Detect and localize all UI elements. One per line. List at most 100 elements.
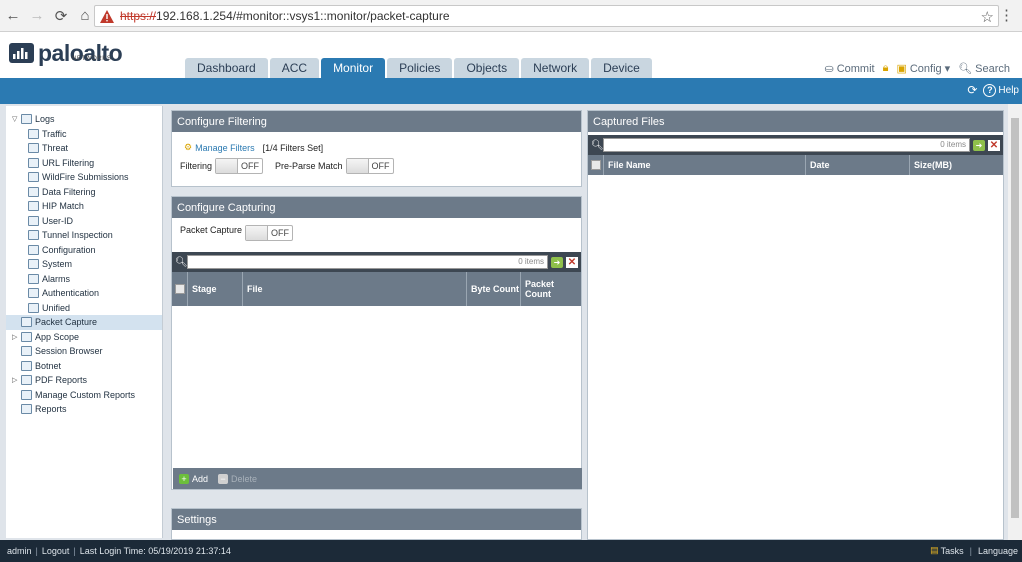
sidebar-item-unified[interactable]: Unified: [6, 301, 162, 316]
refresh-icon[interactable]: ⟳: [967, 83, 977, 97]
tab-dashboard[interactable]: Dashboard: [185, 58, 268, 78]
sidebar-item-botnet[interactable]: Botnet: [6, 359, 162, 374]
reload-icon[interactable]: ⟳: [50, 5, 72, 27]
files-grid-header: File Name Date Size(MB): [588, 155, 1003, 175]
header-actions: ⛀ Commit 🔒︎ ▣ Config ▾ 🔍︎ Search: [824, 62, 1010, 75]
tab-device[interactable]: Device: [591, 58, 652, 78]
help-button[interactable]: ? Help: [983, 83, 1019, 97]
logout-link[interactable]: Logout: [42, 546, 70, 556]
add-icon: +: [179, 473, 189, 484]
sidebar-item-authentication[interactable]: Authentication: [6, 286, 162, 301]
sidebar-item-manage-custom-reports[interactable]: Manage Custom Reports: [6, 388, 162, 403]
files-search-input[interactable]: 0 items: [603, 138, 970, 152]
sidebar-item-label: Session Browser: [35, 346, 103, 357]
commit-icon: ⛀: [824, 63, 834, 75]
tasks-button[interactable]: ▤ Tasks: [930, 545, 964, 556]
capture-grid-header: Stage File Byte Count Packet Count: [172, 272, 581, 306]
col-size[interactable]: Size(MB): [910, 155, 1003, 175]
clear-filter-icon[interactable]: ✕: [988, 139, 1000, 151]
sidebar-item-hip-match[interactable]: HIP Match: [6, 199, 162, 214]
url-filtering-icon: [28, 157, 39, 168]
select-all-checkbox[interactable]: [588, 155, 604, 175]
sidebar-item-label: Threat: [42, 143, 69, 154]
bookmark-star-icon[interactable]: ☆: [981, 8, 994, 26]
back-icon[interactable]: ←: [2, 5, 24, 27]
col-byte-count[interactable]: Byte Count: [467, 272, 521, 306]
apply-filter-icon[interactable]: ➜: [973, 139, 985, 151]
scroll-thumb[interactable]: [1011, 118, 1019, 518]
select-all-checkbox[interactable]: [172, 272, 188, 306]
sidebar-item-label: Botnet: [35, 360, 62, 371]
sidebar-item-session-browser[interactable]: Session Browser: [6, 344, 162, 359]
sidebar-item-packet-capture[interactable]: Packet Capture: [6, 315, 162, 330]
clear-filter-icon[interactable]: ✕: [566, 256, 578, 268]
filters-set-count: [1/4 Filters Set]: [262, 142, 324, 153]
admin-user: admin: [7, 546, 32, 556]
expand-toggle-icon[interactable]: ▷: [12, 376, 20, 384]
config-button[interactable]: ▣ Config ▾: [896, 62, 950, 76]
browser-menu-icon[interactable]: ⋮: [999, 6, 1014, 24]
tab-network[interactable]: Network: [521, 58, 590, 78]
home-icon[interactable]: ⌂: [74, 5, 96, 27]
delete-label: Delete: [231, 473, 258, 484]
filtering-toggle[interactable]: OFF: [215, 158, 264, 174]
url-scheme: https://: [120, 9, 157, 23]
capture-search-input[interactable]: 0 items: [187, 255, 548, 269]
col-file-name[interactable]: File Name: [604, 155, 806, 175]
tab-policies[interactable]: Policies: [387, 58, 453, 78]
app-header: paloalto NETWORKS Dashboard ACC Monitor …: [0, 33, 1022, 78]
settings-panel: Settings: [171, 508, 582, 540]
add-button[interactable]: + Add: [179, 473, 208, 484]
sidebar-splitter[interactable]: [163, 106, 169, 538]
expand-toggle-icon[interactable]: ▽: [12, 115, 20, 123]
col-packet-count[interactable]: Packet Count: [521, 272, 579, 306]
sidebar-item-traffic[interactable]: Traffic: [6, 127, 162, 142]
delete-button[interactable]: − Delete: [218, 473, 258, 484]
sidebar-item-app-scope[interactable]: ▷ App Scope: [6, 330, 162, 345]
sidebar-item-tunnel-inspection[interactable]: Tunnel Inspection: [6, 228, 162, 243]
sidebar-item-reports[interactable]: Reports: [6, 402, 162, 417]
apply-filter-icon[interactable]: ➜: [551, 256, 563, 268]
page-scrollbar[interactable]: [1008, 104, 1022, 540]
pdf-reports-icon: [21, 375, 32, 386]
unified-icon: [28, 302, 39, 313]
sidebar-item-url-filtering[interactable]: URL Filtering: [6, 156, 162, 171]
sidebar-item-user-id[interactable]: User-ID: [6, 214, 162, 229]
data-filtering-icon: [28, 186, 39, 197]
packet-capture-toggle[interactable]: OFF: [245, 225, 294, 241]
sidebar-item-pdf-reports[interactable]: ▷ PDF Reports: [6, 373, 162, 388]
sidebar-item-label: System: [42, 259, 73, 270]
col-date[interactable]: Date: [806, 155, 910, 175]
manage-filters-link[interactable]: Manage Filters: [195, 143, 255, 153]
configure-capturing-panel: Configure Capturing Packet Capture OFF 🔍…: [171, 196, 582, 490]
col-stage[interactable]: Stage: [188, 272, 243, 306]
panel-title: Captured Files: [588, 111, 1003, 132]
address-bar[interactable]: https:// 192.168.1.254/#monitor::vsys1::…: [94, 5, 999, 27]
tab-acc[interactable]: ACC: [269, 58, 320, 78]
workspace: ▽ Logs Traffic Threat URL Filtering WildFire …: [0, 104, 1022, 540]
search-button[interactable]: 🔍︎ Search: [958, 62, 1010, 76]
sidebar-item-alarms[interactable]: Alarms: [6, 272, 162, 287]
sidebar-item-configuration[interactable]: Configuration: [6, 243, 162, 258]
tab-monitor[interactable]: Monitor: [321, 58, 386, 78]
sidebar-item-logs[interactable]: ▽ Logs: [6, 112, 162, 127]
language-link[interactable]: Language: [978, 546, 1018, 556]
monitor-sidebar: ▽ Logs Traffic Threat URL Filtering WildFire …: [6, 106, 163, 538]
sidebar-item-label: Reports: [35, 404, 67, 415]
sidebar-item-label: Configuration: [42, 244, 96, 255]
sidebar-item-data-filtering[interactable]: Data Filtering: [6, 185, 162, 200]
sidebar-item-system[interactable]: System: [6, 257, 162, 272]
col-file[interactable]: File: [243, 272, 467, 306]
filtering-label: Filtering: [180, 161, 213, 171]
sidebar-item-wildfire-submissions[interactable]: WildFire Submissions: [6, 170, 162, 185]
tab-objects[interactable]: Objects: [454, 58, 520, 78]
status-bar: admin | Logout | Last Login Time: 05/19/…: [0, 540, 1022, 562]
lock-icon[interactable]: 🔒︎: [883, 62, 889, 75]
expand-toggle-icon[interactable]: ▷: [12, 333, 20, 341]
filtering-state: OFF: [241, 161, 260, 171]
forward-icon[interactable]: →: [26, 5, 48, 27]
wildfire-submissions-icon: [28, 172, 39, 183]
sidebar-item-threat[interactable]: Threat: [6, 141, 162, 156]
preparse-toggle[interactable]: OFF: [345, 158, 394, 174]
commit-button[interactable]: ⛀ Commit: [824, 62, 874, 76]
